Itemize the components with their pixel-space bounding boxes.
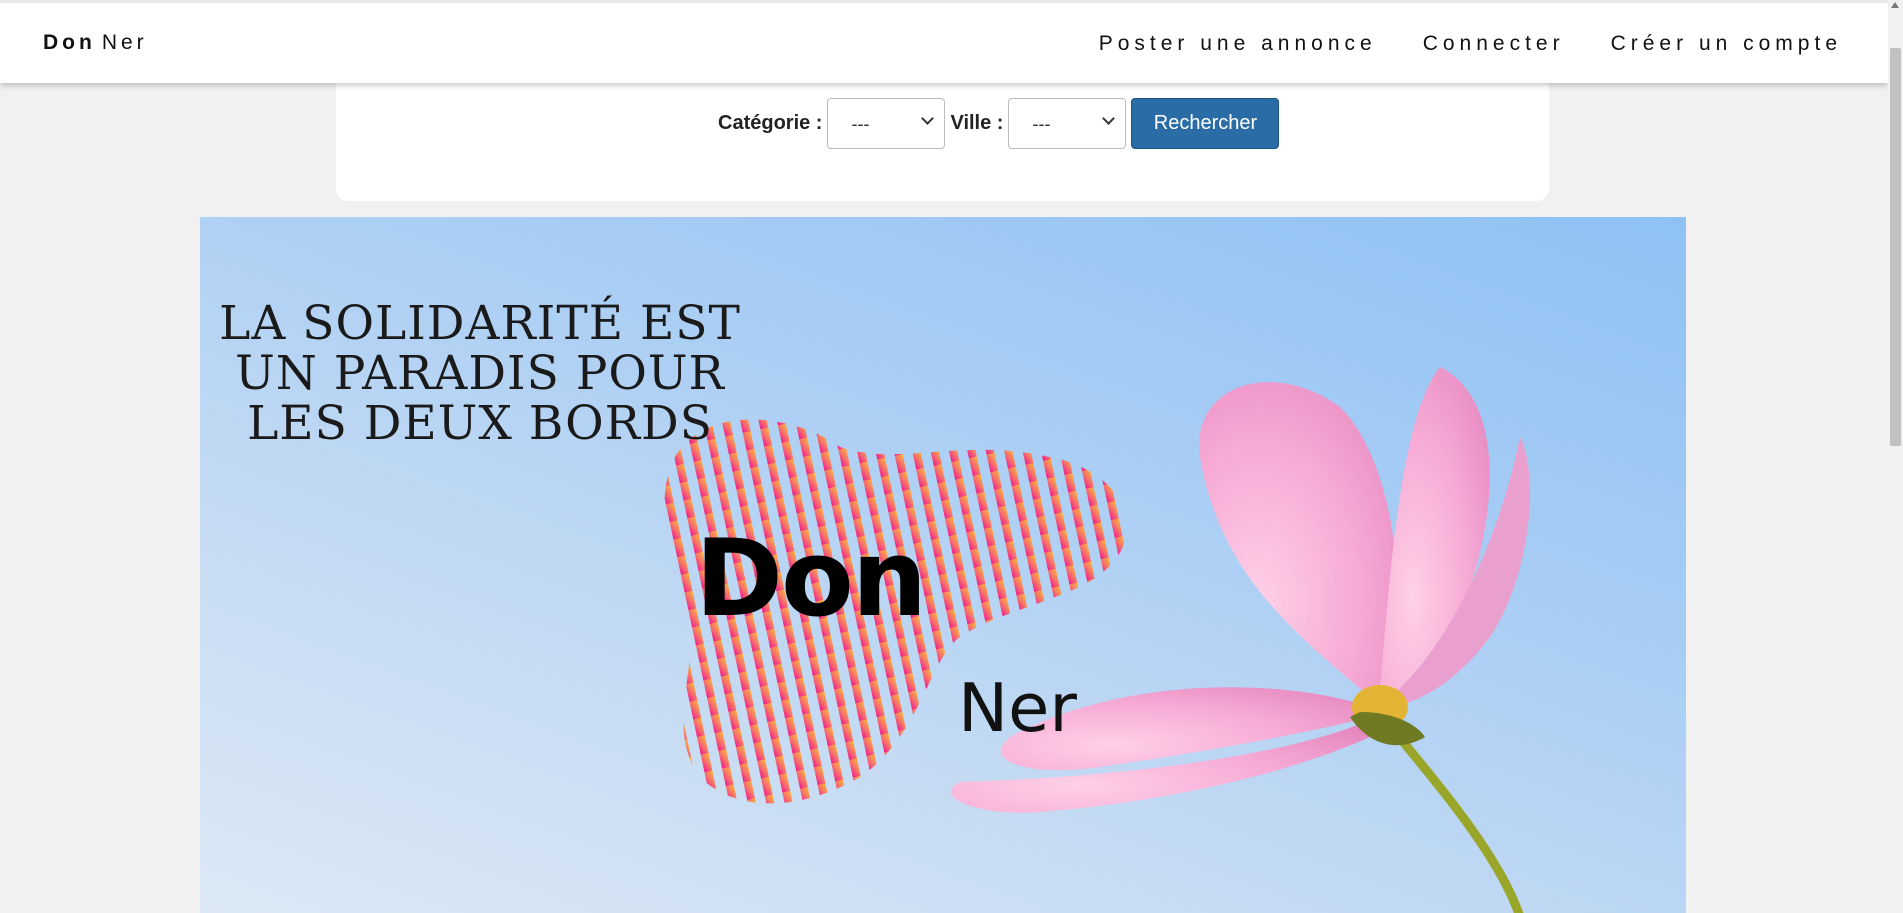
city-select-value: --- [1032, 114, 1051, 134]
scroll-up-arrow-icon[interactable] [1891, 2, 1899, 8]
hero-logo-don: Don [695, 517, 927, 640]
category-label: Catégorie : [718, 112, 823, 134]
chevron-down-icon [921, 112, 935, 125]
scroll-thumb[interactable] [1890, 48, 1901, 446]
city-label: Ville : [950, 112, 1004, 134]
category-select-value: --- [851, 114, 870, 134]
hero-logo-ner: Ner [958, 669, 1077, 747]
top-navbar: Don Ner Poster une annonce Connecter Crée… [0, 0, 1888, 83]
nav-post-ad-link[interactable]: Poster une annonce [1099, 32, 1377, 56]
hero-banner: LA SOLIDARITÉ EST UN PARADIS POUR LES DE… [200, 217, 1686, 913]
chevron-down-icon [1102, 112, 1116, 125]
hero-slogan: LA SOLIDARITÉ EST UN PARADIS POUR LES DE… [200, 299, 760, 449]
brand-bold-text: Don [43, 31, 96, 54]
slogan-line-1: LA SOLIDARITÉ EST [219, 296, 741, 351]
nav-links: Poster une annonce Connecter Créer un co… [1099, 32, 1842, 56]
search-form: Catégorie : --- Ville : --- Rechercher [718, 98, 1280, 149]
category-select[interactable]: --- [827, 98, 946, 149]
slogan-line-2: UN PARADIS POUR [235, 346, 725, 401]
brand-light-text: Ner [101, 31, 148, 54]
brand-logo[interactable]: Don Ner [43, 31, 148, 55]
city-select[interactable]: --- [1008, 98, 1127, 149]
slogan-line-3: LES DEUX BORDS [247, 396, 713, 451]
flower-stem [1391, 729, 1524, 913]
search-button[interactable]: Rechercher [1131, 98, 1280, 149]
page-scrollbar[interactable] [1888, 0, 1903, 913]
nav-register-link[interactable]: Créer un compte [1611, 32, 1842, 56]
nav-login-link[interactable]: Connecter [1423, 32, 1565, 56]
